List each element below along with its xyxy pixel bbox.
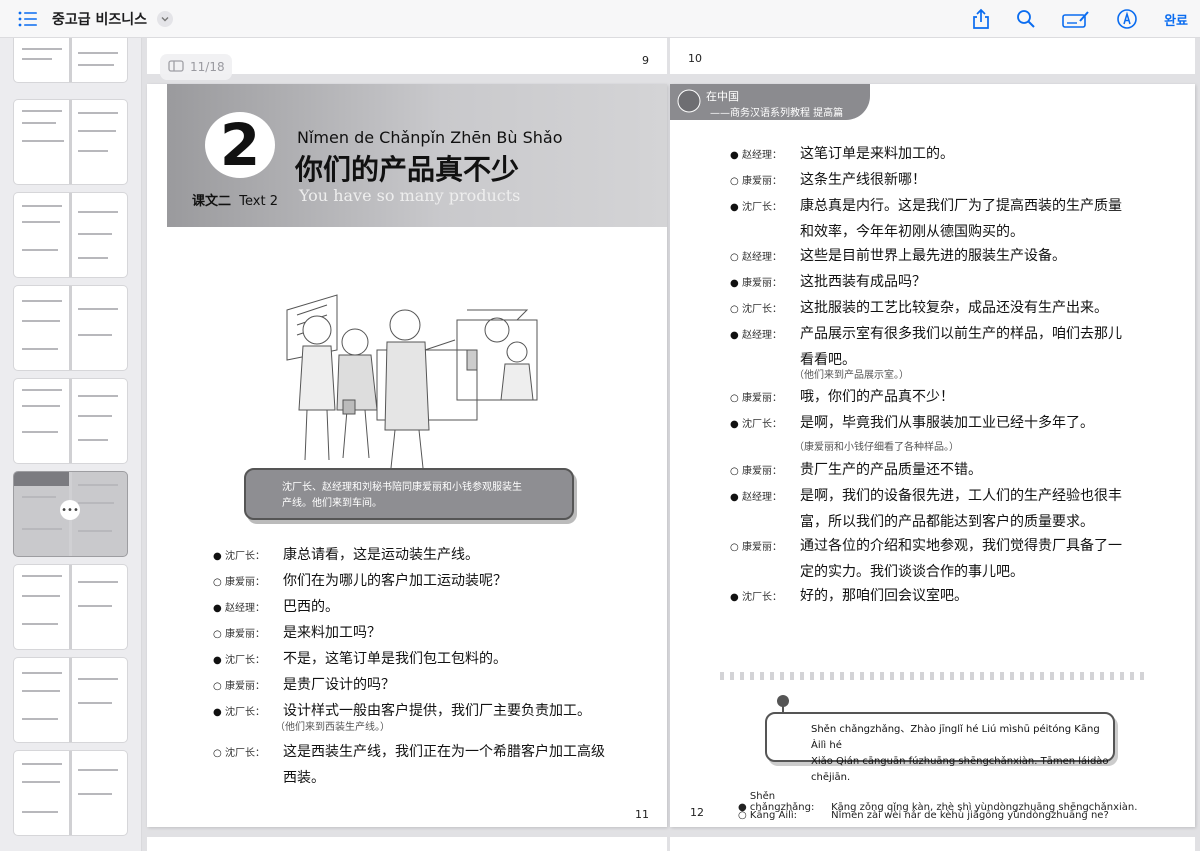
dialogue-line: ● 沈厂长： 好的，那咱们回会议室吧。 — [730, 588, 968, 604]
pinyin-title: Nǐmen de Chǎnpǐn Zhēn Bù Shǎo — [297, 128, 563, 147]
english-title: You have so many products — [299, 186, 521, 205]
dialogue-line: ○ 康爱丽： 这条生产线很新哪！ — [730, 172, 926, 188]
dialogue-line: ● 沈厂长： 康总请看，这是运动装生产线。 — [213, 547, 479, 563]
thumbnail-page[interactable] — [14, 38, 127, 82]
list-icon[interactable] — [18, 11, 38, 27]
page-indicator: 11/18 — [160, 54, 232, 80]
page-right: 在中国 ——商务汉语系列教程 提高篇 ● 赵经理： 这笔订单是来料加工的。 ○ 康爱丽… — [670, 84, 1195, 827]
page-thumbnail-sidebar[interactable]: ••• — [0, 38, 142, 851]
share-icon[interactable] — [972, 8, 990, 30]
page-number: 10 — [688, 52, 702, 65]
previous-page-right: 10 — [670, 38, 1195, 74]
document-viewer[interactable]: 11/18 9 10 2 Nǐmen de Chǎnpǐn Zhēn Bù Sh… — [142, 38, 1200, 851]
top-toolbar: 중고급 비즈니스 완료 — [0, 0, 1200, 38]
pinyin-dialogue-line: ○ Kāng Àilì: Nǐmen zài wèi nǎr de kèhù j… — [738, 810, 1109, 821]
page-number: 9 — [642, 54, 649, 67]
more-icon[interactable]: ••• — [60, 500, 80, 520]
thumbnail-page[interactable] — [14, 565, 127, 649]
dialogue-line: ● 沈厂长： 是啊，毕竟我们从事服装加工业已经十多年了。 — [730, 415, 1094, 431]
dialogue-line: 富，所以我们的产品都能达到客户的质量要求。 — [800, 514, 1094, 530]
scene-description: 沈厂长、赵经理和刘秘书陪同康爱丽和小钱参观服装生 产线。他们来到车间。 — [244, 468, 574, 520]
dialogue-line: ● 赵经理： 是啊，我们的设备很先进，工人们的生产经验也很丰 — [730, 488, 1122, 504]
dialogue-line: ● 赵经理： 产品展示室有很多我们以前生产的样品，咱们去那儿 — [730, 326, 1122, 342]
dialogue-line: ○ 康爱丽： 哦，你们的产品真不少！ — [730, 389, 954, 405]
thumbnail-page-selected[interactable]: ••• — [14, 472, 127, 556]
thumbnail-page[interactable] — [14, 286, 127, 370]
dialogue-list: ● 赵经理： 这笔订单是来料加工的。 ○ 康爱丽： 这条生产线很新哪！ ● 沈厂长： 康总真… — [730, 142, 1122, 372]
lesson-label: 课文二 Text 2 — [192, 194, 278, 209]
series-logo — [677, 89, 701, 113]
thumbnail-page[interactable] — [14, 658, 127, 742]
next-page-left — [147, 837, 667, 851]
done-button[interactable]: 완료 — [1164, 10, 1188, 29]
section-divider — [720, 672, 1150, 680]
chinese-title: 你们的产品真不少 — [295, 153, 520, 186]
dialogue-line: ○ 康爱丽： 是来料加工吗？ — [213, 625, 381, 641]
markup-icon[interactable] — [1062, 9, 1090, 29]
thumbnail-page[interactable] — [14, 193, 127, 277]
stage-note: （他们来到西装生产线。） — [275, 722, 390, 733]
page-indicator-text: 11/18 — [190, 60, 225, 74]
lesson-banner: 2 Nǐmen de Chǎnpǐn Zhēn Bù Shǎo 你们的产品真不少… — [167, 84, 667, 227]
dialogue-line: ● 康爱丽： 这批西装有成品吗？ — [730, 274, 926, 290]
dialogue-line: ○ 康爱丽： 是贵厂设计的吗？ — [213, 677, 395, 693]
dialogue-list: ● 沈厂长： 康总请看，这是运动装生产线。 ○ 康爱丽： 你们在为哪儿的客户加工运动装呢… — [213, 543, 591, 725]
dialogue-line: ○ 康爱丽： 贵厂生产的产品质量还不错。 — [730, 462, 982, 478]
page-left: 2 Nǐmen de Chǎnpǐn Zhēn Bù Shǎo 你们的产品真不少… — [147, 84, 667, 827]
series-header: 在中国 ——商务汉语系列教程 提高篇 — [670, 84, 870, 120]
search-icon[interactable] — [1016, 9, 1036, 29]
dialogue-list: ○ 康爱丽： 贵厂生产的产品质量还不错。 ● 赵经理： 是啊，我们的设备很先进，工人们的… — [730, 458, 1122, 610]
dialogue-line: ● 沈厂长： 不是，这笔订单是我们包工包料的。 — [213, 651, 507, 667]
illustration — [286, 294, 538, 469]
pinyin-scene-description: Shěn chǎngzhǎng、Zhào jīnglǐ hé Liú mìshū… — [765, 712, 1115, 783]
stage-note: （他们来到产品展示室。） — [794, 370, 909, 381]
thumbnail-page[interactable] — [14, 751, 127, 835]
page-number: 12 — [690, 806, 704, 819]
chevron-down-icon[interactable] — [157, 10, 174, 27]
pen-icon[interactable] — [1116, 8, 1138, 30]
stage-note: （康爱丽和小钱仔细看了各种样品。） — [794, 442, 959, 453]
dialogue-line: ○ 沈厂长： 这是西装生产线，我们正在为一个希腊客户加工高级 西装。 — [213, 744, 605, 786]
thumbnail-page[interactable] — [14, 100, 127, 184]
dialogue-line: 看看吧。 — [800, 352, 856, 368]
dialogue-line: ● 沈厂长： 康总真是内行。这是我们厂为了提高西装的生产质量 — [730, 198, 1122, 214]
dialogue-list: ○ 康爱丽： 哦，你们的产品真不少！ ● 沈厂长： 是啊，毕竟我们从事服装加工业已经十多… — [730, 385, 1094, 437]
lesson-number: 2 — [205, 112, 275, 178]
dialogue-line: ○ 沈厂长： 这批服装的工艺比较复杂，成品还没有生产出来。 — [730, 300, 1108, 316]
dialogue-line: ○ 康爱丽： 通过各位的介绍和实地参观，我们觉得贵厂具备了一 — [730, 538, 1122, 554]
dialogue-line: ● 沈厂长： 设计样式一般由客户提供，我们厂主要负责加工。 — [213, 703, 591, 719]
next-page-right — [670, 837, 1195, 851]
dialogue-line: ○ 赵经理： 这些是目前世界上最先进的服装生产设备。 — [730, 248, 1066, 264]
sidebar-toggle-icon — [168, 59, 184, 75]
dialogue-line: 定的实力。我们谈谈合作的事儿吧。 — [800, 564, 1024, 580]
page-number: 11 — [635, 808, 649, 821]
dialogue-line: ● 赵经理： 巴西的。 — [213, 599, 339, 615]
document-title[interactable]: 중고급 비즈니스 — [52, 9, 147, 29]
dialogue-line: 和效率，今年年初刚从德国购买的。 — [800, 224, 1024, 240]
dialogue-line: ● 赵经理： 这笔订单是来料加工的。 — [730, 146, 954, 162]
thumbnail-page[interactable] — [14, 379, 127, 463]
dialogue-line: ○ 康爱丽： 你们在为哪儿的客户加工运动装呢？ — [213, 573, 507, 589]
